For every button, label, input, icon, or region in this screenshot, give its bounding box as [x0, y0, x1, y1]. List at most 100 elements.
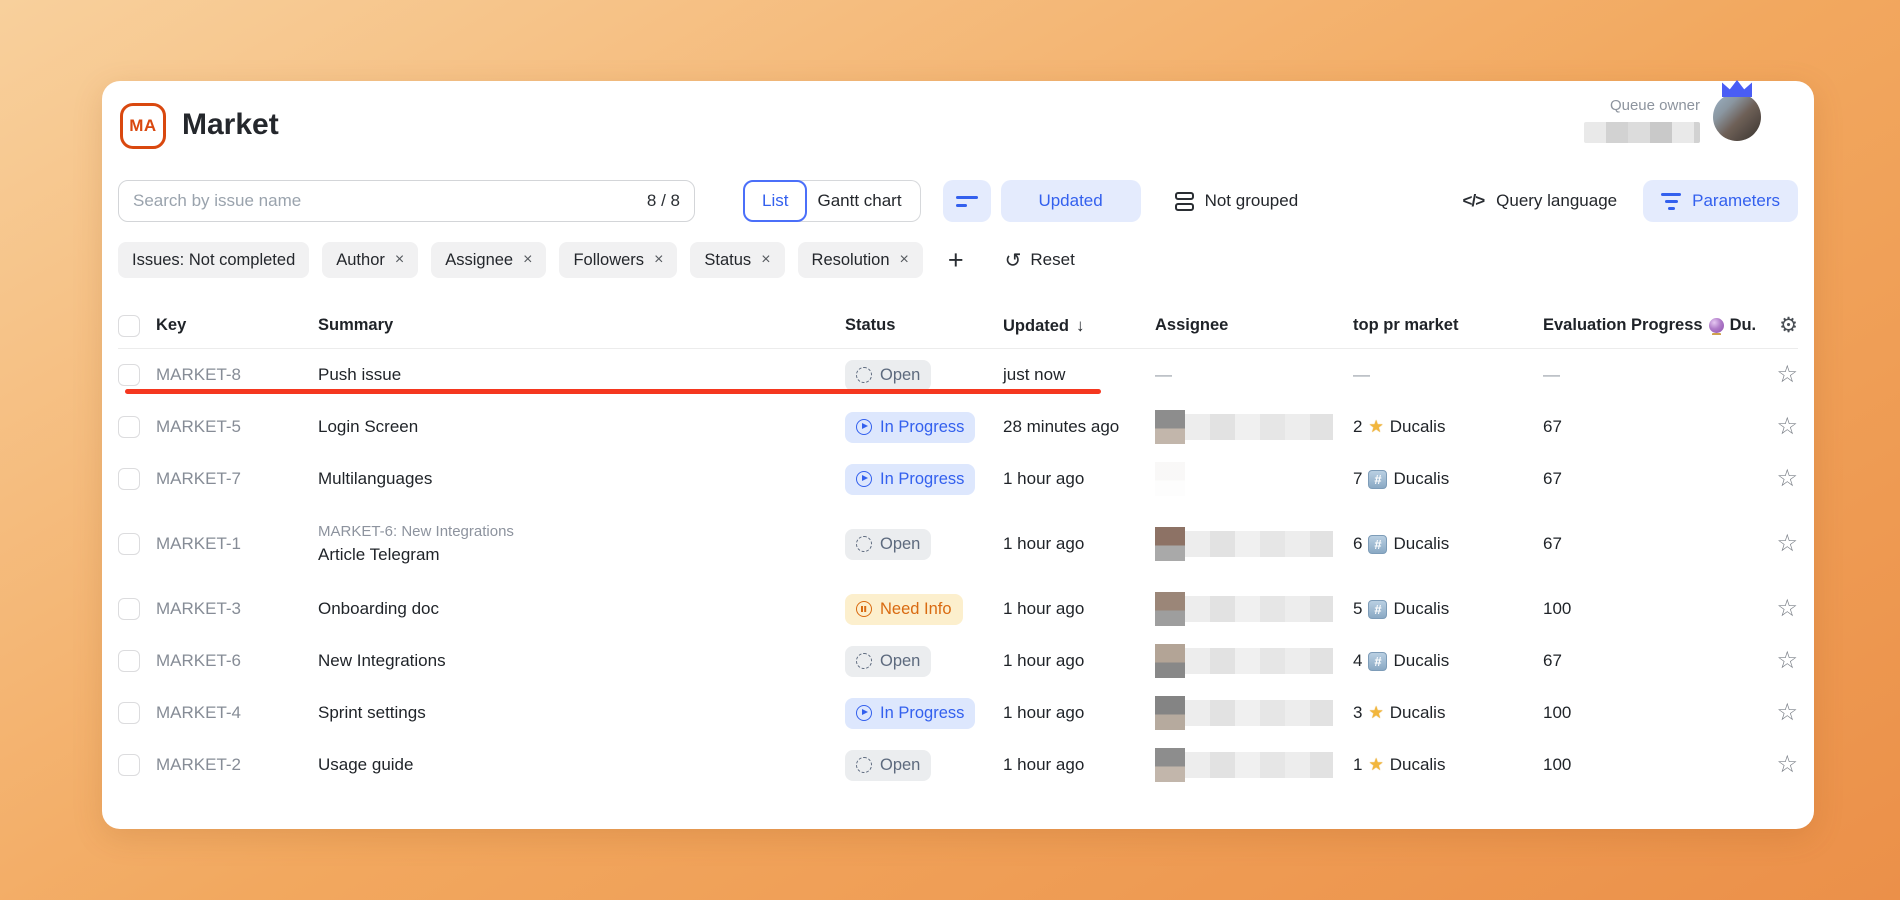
top-pr-cell: 7Ducalis — [1353, 469, 1543, 489]
add-filter-button[interactable]: + — [948, 247, 964, 274]
favorite-star-icon[interactable]: ☆ — [1776, 532, 1798, 556]
row-checkbox[interactable] — [118, 533, 140, 555]
evaluation-cell: 100 — [1543, 755, 1758, 775]
issue-summary[interactable]: Article Telegram — [318, 545, 829, 565]
filter-chip-resolution[interactable]: Resolution × — [798, 242, 923, 278]
issue-key[interactable]: MARKET-3 — [156, 599, 318, 619]
query-language-button[interactable]: </> Query language — [1463, 191, 1618, 211]
tab-list-view[interactable]: List — [743, 180, 807, 222]
tab-gantt-view[interactable]: Gantt chart — [799, 180, 920, 222]
parameters-button[interactable]: Parameters — [1643, 180, 1798, 222]
column-header-key[interactable]: Key — [156, 316, 318, 335]
hash-icon — [1368, 600, 1387, 619]
table-row[interactable]: MARKET-7 Multilanguages In Progress 1 ho… — [118, 453, 1798, 505]
issue-summary[interactable]: Multilanguages — [318, 469, 845, 489]
table-row[interactable]: MARKET-8 Push issue Open just now — — — … — [118, 349, 1798, 401]
reset-filters-button[interactable]: ↺ Reset — [1005, 248, 1075, 273]
filter-chip-assignee[interactable]: Assignee × — [431, 242, 546, 278]
status-badge[interactable]: Need Info — [845, 594, 963, 625]
owner-avatar[interactable] — [1713, 93, 1761, 141]
top-pr-cell: 6Ducalis — [1353, 534, 1543, 554]
reset-label: Reset — [1030, 250, 1074, 270]
grouping-button[interactable]: Not grouped — [1175, 191, 1299, 211]
sort-icon — [956, 196, 978, 199]
column-header-top-pr[interactable]: top pr market — [1353, 316, 1543, 335]
table-row[interactable]: MARKET-2 Usage guide Open 1 hour ago 1Du… — [118, 739, 1798, 791]
select-all-checkbox[interactable] — [118, 315, 140, 337]
star-icon — [1368, 755, 1383, 775]
favorite-star-icon[interactable]: ☆ — [1776, 467, 1798, 491]
remove-filter-icon[interactable]: × — [523, 251, 532, 269]
sort-field-button[interactable]: Updated — [1001, 180, 1141, 222]
code-icon: </> — [1463, 191, 1485, 211]
status-badge[interactable]: In Progress — [845, 464, 975, 495]
favorite-star-icon[interactable]: ☆ — [1776, 415, 1798, 439]
sort-direction-button[interactable] — [943, 180, 991, 222]
status-badge[interactable]: Open — [845, 529, 931, 560]
search-input[interactable] — [133, 191, 639, 211]
status-icon — [856, 367, 872, 383]
issue-summary[interactable]: Login Screen — [318, 417, 845, 437]
issue-summary[interactable]: New Integrations — [318, 651, 845, 671]
row-checkbox[interactable] — [118, 416, 140, 438]
issue-key[interactable]: MARKET-7 — [156, 469, 318, 489]
issue-key[interactable]: MARKET-8 — [156, 365, 318, 385]
issue-summary[interactable]: Push issue — [318, 365, 845, 385]
filter-chip-author[interactable]: Author × — [322, 242, 418, 278]
redacted-assignee — [1155, 592, 1353, 626]
column-header-summary[interactable]: Summary — [318, 316, 845, 335]
column-header-evaluation[interactable]: Evaluation Progress Du. — [1543, 316, 1758, 335]
table-row[interactable]: MARKET-6 New Integrations Open 1 hour ag… — [118, 635, 1798, 687]
row-checkbox[interactable] — [118, 702, 140, 724]
table-row[interactable]: MARKET-1 MARKET-6: New Integrations Arti… — [118, 505, 1798, 583]
issue-summary[interactable]: Usage guide — [318, 755, 845, 775]
star-icon — [1368, 703, 1383, 723]
favorite-star-icon[interactable]: ☆ — [1776, 701, 1798, 725]
issue-key[interactable]: MARKET-2 — [156, 755, 318, 775]
remove-filter-icon[interactable]: × — [900, 251, 909, 269]
issue-key[interactable]: MARKET-1 — [156, 534, 318, 554]
favorite-star-icon[interactable]: ☆ — [1776, 363, 1798, 387]
grouping-label: Not grouped — [1205, 191, 1299, 211]
favorite-star-icon[interactable]: ☆ — [1776, 597, 1798, 621]
star-icon — [1368, 417, 1383, 437]
column-header-updated[interactable]: Updated↓ — [1003, 316, 1155, 336]
sort-desc-icon: ↓ — [1076, 316, 1085, 335]
status-badge[interactable]: Open — [845, 750, 931, 781]
row-checkbox[interactable] — [118, 754, 140, 776]
evaluation-cell: 100 — [1543, 599, 1758, 619]
column-header-assignee[interactable]: Assignee — [1155, 316, 1353, 335]
status-badge[interactable]: In Progress — [845, 698, 975, 729]
parameters-label: Parameters — [1692, 191, 1780, 211]
search-count: 8 / 8 — [647, 191, 680, 211]
filter-chip-issues[interactable]: Issues: Not completed — [118, 242, 309, 278]
table-row[interactable]: MARKET-3 Onboarding doc Need Info 1 hour… — [118, 583, 1798, 635]
row-checkbox[interactable] — [118, 364, 140, 386]
remove-filter-icon[interactable]: × — [654, 251, 663, 269]
row-checkbox[interactable] — [118, 650, 140, 672]
status-badge[interactable]: Open — [845, 646, 931, 677]
filter-chip-status[interactable]: Status × — [690, 242, 784, 278]
column-header-status[interactable]: Status — [845, 316, 1003, 335]
table-row[interactable]: MARKET-4 Sprint settings In Progress 1 h… — [118, 687, 1798, 739]
favorite-star-icon[interactable]: ☆ — [1776, 649, 1798, 673]
parent-issue-link[interactable]: MARKET-6: New Integrations — [318, 523, 829, 540]
issue-key[interactable]: MARKET-5 — [156, 417, 318, 437]
remove-filter-icon[interactable]: × — [395, 251, 404, 269]
status-badge[interactable]: In Progress — [845, 412, 975, 443]
table-row[interactable]: MARKET-5 Login Screen In Progress 28 min… — [118, 401, 1798, 453]
updated-cell: 28 minutes ago — [1003, 417, 1155, 437]
issue-summary[interactable]: Onboarding doc — [318, 599, 845, 619]
issue-key[interactable]: MARKET-4 — [156, 703, 318, 723]
issue-summary[interactable]: Sprint settings — [318, 703, 845, 723]
status-badge[interactable]: Open — [845, 360, 931, 391]
row-checkbox[interactable] — [118, 468, 140, 490]
remove-filter-icon[interactable]: × — [761, 251, 770, 269]
filter-icon — [1661, 193, 1681, 210]
filter-chip-followers[interactable]: Followers × — [559, 242, 677, 278]
redacted-assignee — [1155, 644, 1353, 678]
favorite-star-icon[interactable]: ☆ — [1776, 753, 1798, 777]
issue-key[interactable]: MARKET-6 — [156, 651, 318, 671]
table-settings-gear-icon[interactable]: ⚙ — [1779, 313, 1798, 338]
row-checkbox[interactable] — [118, 598, 140, 620]
